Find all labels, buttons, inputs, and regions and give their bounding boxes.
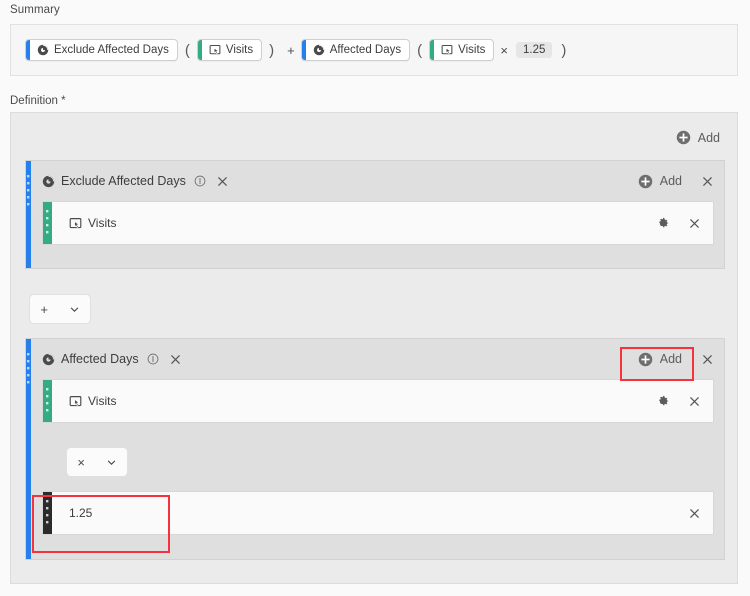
- metric-row-close-icon[interactable]: [688, 395, 701, 408]
- metric-icon: [69, 217, 82, 230]
- add-circle-icon: [638, 174, 653, 189]
- summary-chip-label: Visits: [225, 44, 254, 56]
- container-close-icon[interactable]: [701, 353, 714, 366]
- metric-drag-rail[interactable]: [43, 380, 52, 422]
- summary-paren-close-1: ): [269, 41, 275, 59]
- container-add-button[interactable]: Add: [633, 171, 687, 192]
- metric-row-label: Visits: [88, 394, 117, 408]
- metric-row-visits[interactable]: Visits: [42, 201, 714, 245]
- summary-chip-exclude-affected-days[interactable]: Exclude Affected Days: [25, 39, 178, 61]
- summary-operator-plus: +: [287, 42, 295, 58]
- add-circle-icon: [676, 130, 691, 145]
- container-close-icon[interactable]: [701, 175, 714, 188]
- container-remove-icon[interactable]: [216, 175, 229, 188]
- operator-dropdown-plus[interactable]: +: [29, 294, 91, 324]
- static-value-drag-rail[interactable]: [43, 492, 52, 534]
- info-icon[interactable]: [147, 353, 159, 365]
- metric-icon: [69, 395, 82, 408]
- summary-static-value: 1.25: [516, 42, 553, 58]
- container-header-actions: Add: [633, 339, 714, 379]
- add-circle-icon: [638, 352, 653, 367]
- summary-chip-affected-days[interactable]: Affected Days: [300, 39, 411, 61]
- definition-label: Definition *: [10, 95, 66, 107]
- formula-builder-page: Summary Exclude Affected Days ( Visits )…: [0, 0, 750, 596]
- container-header: Affected Days Add: [26, 339, 724, 379]
- metric-drag-rail[interactable]: [43, 202, 52, 244]
- summary-chip-label: Visits: [458, 44, 486, 56]
- gear-icon[interactable]: [655, 216, 670, 231]
- segment-icon: [37, 44, 49, 56]
- definition-top-add-row: Add: [671, 127, 725, 148]
- summary-paren-open-1: (: [184, 41, 190, 59]
- definition-add-button[interactable]: Add: [671, 127, 725, 148]
- metric-row-label: Visits: [88, 216, 117, 230]
- metric-row-content: Visits: [69, 394, 116, 408]
- segment-icon: [313, 44, 325, 56]
- metric-row-visits[interactable]: Visits: [42, 379, 714, 423]
- segment-color-bar: [301, 40, 306, 60]
- static-value-actions: [688, 507, 701, 520]
- gear-icon[interactable]: [655, 394, 670, 409]
- operator-dropdown-multiply[interactable]: ×: [66, 447, 128, 477]
- static-value-row[interactable]: 1.25: [42, 491, 714, 535]
- metric-color-bar: [430, 40, 435, 60]
- definition-add-label: Add: [697, 130, 720, 145]
- summary-chip-label: Affected Days: [329, 44, 402, 56]
- container-add-button[interactable]: Add: [633, 349, 687, 370]
- metric-icon: [441, 44, 453, 56]
- summary-paren-close-2: ): [561, 41, 567, 59]
- static-value-content: 1.25: [69, 506, 92, 520]
- metric-row-close-icon[interactable]: [688, 217, 701, 230]
- static-value-label: 1.25: [69, 506, 93, 520]
- operator-symbol: +: [40, 301, 48, 317]
- container-remove-icon[interactable]: [169, 353, 182, 366]
- segment-color-bar: [26, 40, 30, 60]
- metric-color-bar: [197, 40, 202, 60]
- summary-expression-bar: Exclude Affected Days ( Visits ) + Affec…: [10, 24, 738, 76]
- chevron-down-icon: [106, 457, 117, 468]
- container-affected-days: Affected Days Add Visits × 1.25: [25, 338, 725, 560]
- container-header: Exclude Affected Days Add: [26, 161, 724, 201]
- definition-panel: Add Exclude Affected Days Add Visits + A…: [10, 112, 738, 584]
- summary-chip-visits-2[interactable]: Visits: [429, 39, 495, 61]
- metric-row-actions: [655, 216, 701, 231]
- container-exclude-affected-days: Exclude Affected Days Add Visits: [25, 160, 725, 269]
- container-header-actions: Add: [633, 161, 714, 201]
- summary-label: Summary: [10, 4, 60, 16]
- metric-icon: [209, 44, 221, 56]
- summary-paren-open-2: (: [417, 41, 423, 59]
- metric-row-content: Visits: [69, 216, 116, 230]
- operator-symbol: ×: [77, 454, 85, 470]
- container-add-label: Add: [659, 352, 682, 366]
- segment-icon: [42, 353, 55, 366]
- metric-row-actions: [655, 394, 701, 409]
- segment-icon: [42, 175, 55, 188]
- summary-chip-visits-1[interactable]: Visits: [196, 39, 263, 61]
- info-icon[interactable]: [194, 175, 206, 187]
- summary-chip-label: Exclude Affected Days: [54, 44, 169, 56]
- static-value-close-icon[interactable]: [688, 507, 701, 520]
- container-title: Exclude Affected Days: [61, 174, 186, 188]
- summary-operator-multiply: ×: [500, 42, 508, 58]
- container-title: Affected Days: [61, 352, 139, 366]
- chevron-down-icon: [69, 304, 80, 315]
- container-add-label: Add: [659, 174, 682, 188]
